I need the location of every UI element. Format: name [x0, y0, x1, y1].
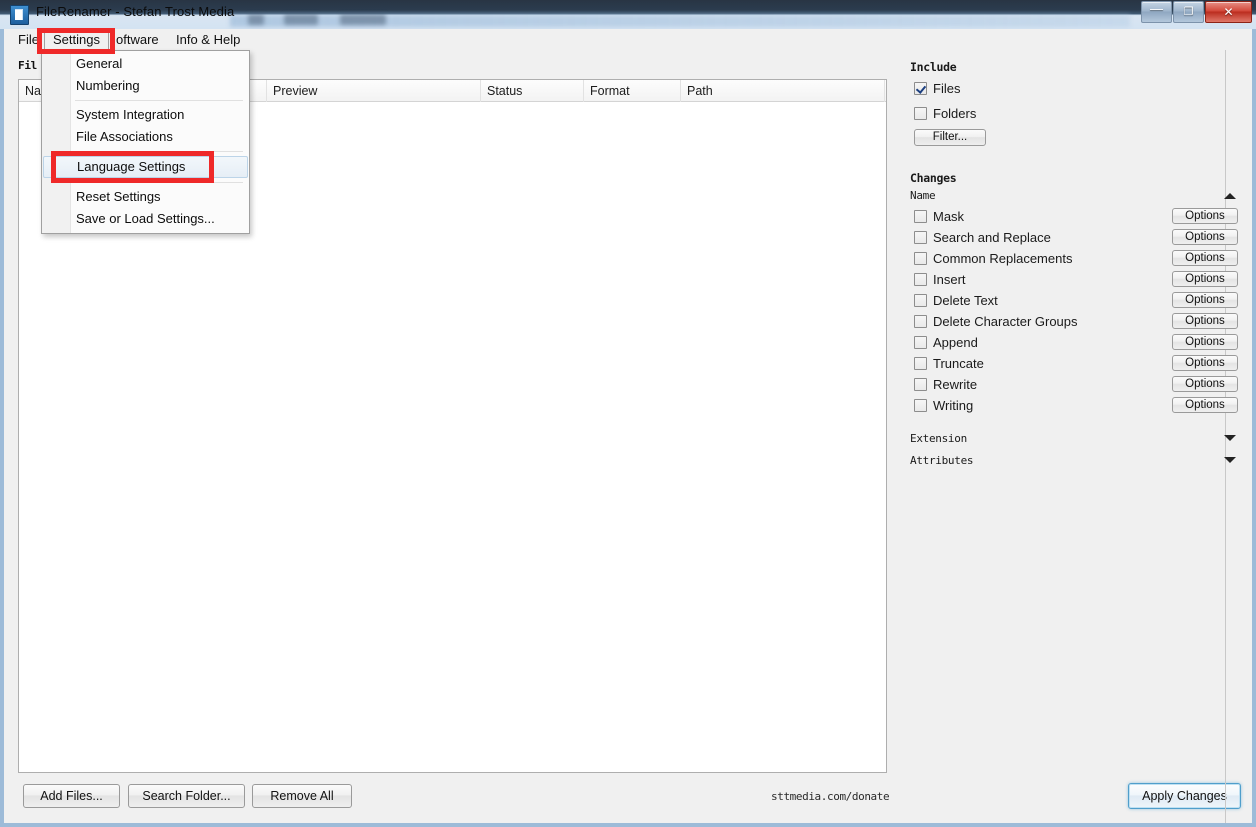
menu-separator-1 — [75, 100, 243, 101]
checkbox-row-files[interactable]: Files — [914, 81, 960, 98]
writing-options-button[interactable]: Options — [1172, 397, 1238, 413]
search-and-replace-label: Search and Replace — [933, 230, 1051, 245]
append-checkbox[interactable] — [914, 336, 927, 349]
window-controls: — ❐ ✕ — [1141, 1, 1252, 23]
column-header-spacer — [885, 80, 891, 102]
title-ghost-1 — [248, 14, 264, 25]
search-folder-button[interactable]: Search Folder... — [128, 784, 245, 808]
folders-checkbox[interactable] — [914, 107, 927, 120]
insert-checkbox[interactable] — [914, 273, 927, 286]
common-replacements-options-button[interactable]: Options — [1172, 250, 1238, 266]
menu-bar: File Settings oftware Info & Help — [4, 29, 1252, 51]
filter-button[interactable]: Filter... — [914, 129, 986, 146]
menu-option-language-settings[interactable]: Language Settings — [43, 156, 248, 178]
menu-item-info-help[interactable]: Info & Help — [168, 30, 248, 49]
files-checkbox[interactable] — [914, 82, 927, 95]
menu-item-file[interactable]: File — [10, 30, 47, 49]
column-header-preview[interactable]: Preview — [267, 80, 481, 102]
chevron-down-icon-extension[interactable] — [1224, 435, 1236, 441]
settings-dropdown-menu: General Numbering System Integration Fil… — [41, 50, 250, 234]
delete-text-label: Delete Text — [933, 293, 998, 308]
writing-checkbox[interactable] — [914, 399, 927, 412]
writing-label: Writing — [933, 398, 974, 413]
change-row-delete-text[interactable]: Delete Text — [914, 293, 998, 310]
search-and-replace-options-button[interactable]: Options — [1172, 229, 1238, 245]
common-replacements-checkbox[interactable] — [914, 252, 927, 265]
delete-text-options-button[interactable]: Options — [1172, 292, 1238, 308]
insert-options-button[interactable]: Options — [1172, 271, 1238, 287]
append-options-button[interactable]: Options — [1172, 334, 1238, 350]
close-icon: ✕ — [1223, 5, 1234, 19]
append-label: Append — [933, 335, 978, 350]
title-ghost-2 — [284, 14, 318, 25]
change-row-append[interactable]: Append — [914, 335, 978, 352]
maximize-icon: ❐ — [1183, 6, 1194, 18]
menu-item-settings[interactable]: Settings — [44, 30, 109, 50]
maximize-button[interactable]: ❐ — [1173, 1, 1204, 23]
document-icon — [10, 5, 29, 25]
donate-link[interactable]: sttmedia.com/donate — [771, 790, 890, 803]
add-files-button[interactable]: Add Files... — [23, 784, 120, 808]
right-panel: Include Files Folders Filter... Changes … — [900, 50, 1252, 823]
minimize-icon: — — [1150, 1, 1163, 16]
menu-option-file-associations[interactable]: File Associations — [43, 126, 248, 148]
column-header-format[interactable]: Format — [584, 80, 681, 102]
section-attributes-label[interactable]: Attributes — [910, 454, 974, 467]
close-button[interactable]: ✕ — [1205, 1, 1252, 23]
truncate-options-button[interactable]: Options — [1172, 355, 1238, 371]
chevron-up-icon[interactable] — [1224, 193, 1236, 199]
menu-item-software[interactable]: oftware — [108, 30, 167, 49]
menu-option-numbering[interactable]: Numbering — [43, 75, 248, 97]
change-row-truncate[interactable]: Truncate — [914, 356, 984, 373]
change-row-mask[interactable]: Mask — [914, 209, 964, 226]
remove-all-button[interactable]: Remove All — [252, 784, 352, 808]
change-row-writing[interactable]: Writing — [914, 398, 973, 415]
delete-text-checkbox[interactable] — [914, 294, 927, 307]
change-row-search-and-replace[interactable]: Search and Replace — [914, 230, 1051, 247]
title-bar: FileRenamer - Stefan Trost Media — ❐ ✕ — [0, 0, 1256, 29]
column-header-path[interactable]: Path — [681, 80, 885, 102]
mask-options-button[interactable]: Options — [1172, 208, 1238, 224]
section-name-label[interactable]: Name — [910, 189, 936, 202]
files-group-label: Fil — [18, 59, 37, 72]
truncate-label: Truncate — [933, 356, 984, 371]
column-header-status[interactable]: Status — [481, 80, 584, 102]
minimize-button[interactable]: — — [1141, 1, 1172, 23]
rewrite-options-button[interactable]: Options — [1172, 376, 1238, 392]
chevron-down-icon-attributes[interactable] — [1224, 457, 1236, 463]
folders-checkbox-label: Folders — [933, 106, 977, 121]
checkbox-row-folders[interactable]: Folders — [914, 106, 976, 123]
menu-option-save-or-load-settings[interactable]: Save or Load Settings... — [43, 208, 248, 230]
delete-character-groups-label: Delete Character Groups — [933, 314, 1078, 329]
changes-heading: Changes — [910, 171, 957, 185]
files-checkbox-label: Files — [933, 81, 961, 96]
change-row-rewrite[interactable]: Rewrite — [914, 377, 977, 394]
menu-option-reset-settings[interactable]: Reset Settings — [43, 186, 248, 208]
menu-separator-3 — [75, 182, 243, 183]
menu-option-general[interactable]: General — [43, 53, 248, 75]
delete-character-groups-options-button[interactable]: Options — [1172, 313, 1238, 329]
menu-option-system-integration[interactable]: System Integration — [43, 104, 248, 126]
truncate-checkbox[interactable] — [914, 357, 927, 370]
insert-label: Insert — [933, 272, 966, 287]
common-replacements-label: Common Replacements — [933, 251, 1073, 266]
change-row-common-replacements[interactable]: Common Replacements — [914, 251, 1072, 268]
search-and-replace-checkbox[interactable] — [914, 231, 927, 244]
application-window: FileRenamer - Stefan Trost Media — ❐ ✕ F… — [0, 0, 1256, 827]
window-title: FileRenamer - Stefan Trost Media — [36, 4, 235, 19]
change-row-insert[interactable]: Insert — [914, 272, 966, 289]
rewrite-checkbox[interactable] — [914, 378, 927, 391]
mask-checkbox[interactable] — [914, 210, 927, 223]
include-heading: Include — [910, 60, 957, 74]
change-row-delete-character-groups[interactable]: Delete Character Groups — [914, 314, 1078, 331]
section-extension-label[interactable]: Extension — [910, 432, 967, 445]
menu-separator-2 — [75, 151, 243, 152]
delete-character-groups-checkbox[interactable] — [914, 315, 927, 328]
title-ghost-3 — [340, 14, 386, 25]
rewrite-label: Rewrite — [933, 377, 978, 392]
mask-label: Mask — [933, 209, 965, 224]
